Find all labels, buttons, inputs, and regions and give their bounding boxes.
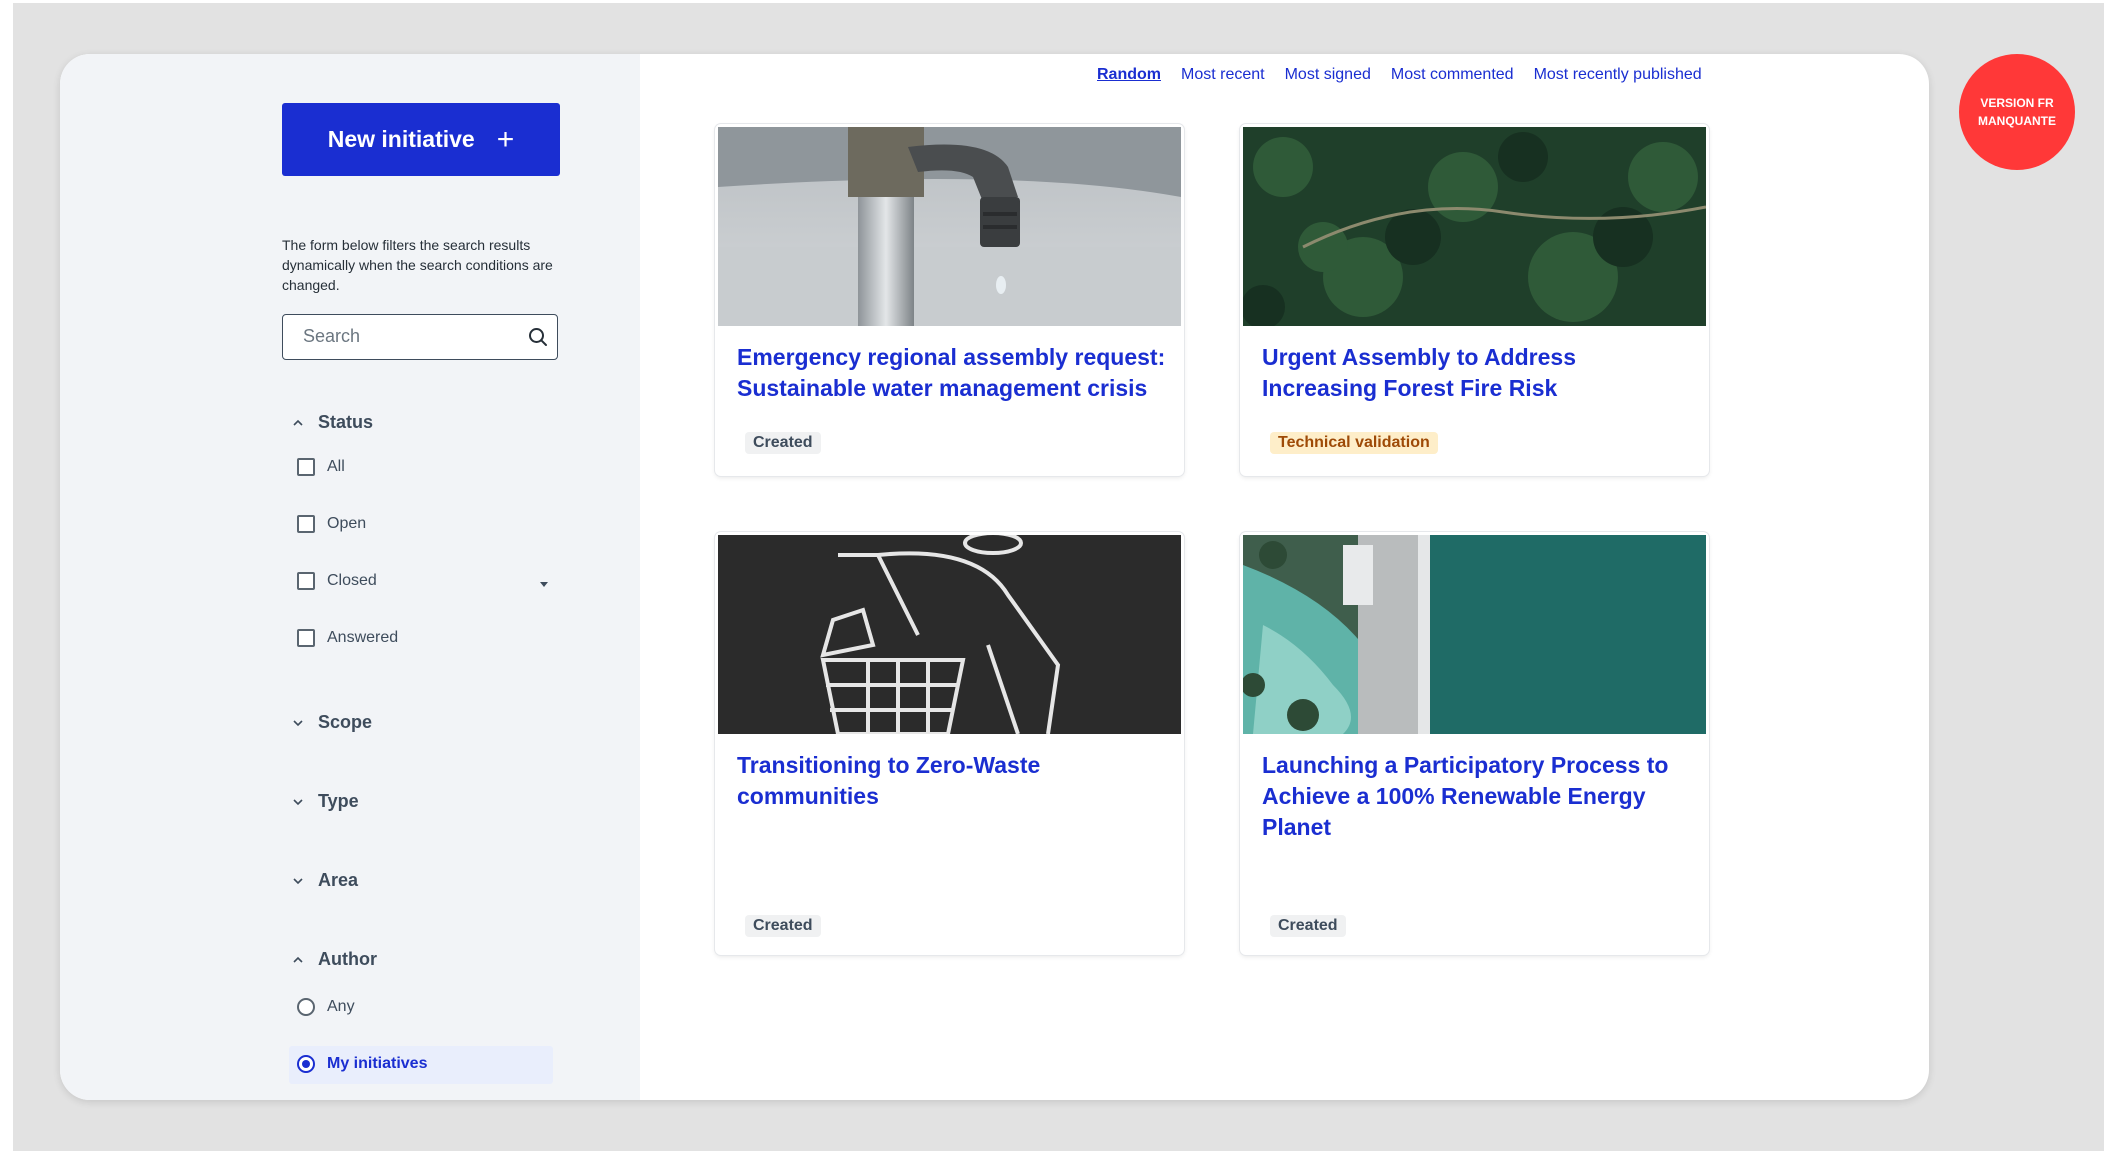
sort-most-recently-published-link[interactable]: Most recently published xyxy=(1534,66,1702,84)
app-window: New initiative + The form below filters … xyxy=(60,54,1929,1100)
author-option-any[interactable]: Any xyxy=(297,998,355,1016)
filter-status-toggle[interactable]: Status xyxy=(292,412,373,433)
sort-most-commented-link[interactable]: Most commented xyxy=(1391,66,1514,84)
initiative-card[interactable]: Urgent Assembly to Address Increasing Fo… xyxy=(1240,124,1709,476)
chevron-up-icon xyxy=(293,956,303,963)
sort-most-recent-link[interactable]: Most recent xyxy=(1181,66,1265,84)
filter-author-toggle[interactable]: Author xyxy=(292,949,377,970)
filter-scope-label: Scope xyxy=(318,712,373,732)
filter-scope-toggle[interactable]: Scope xyxy=(292,712,372,733)
card-title[interactable]: Emergency regional assembly request: Sus… xyxy=(737,342,1167,404)
chevron-up-icon xyxy=(293,419,303,426)
filter-type-label: Type xyxy=(318,791,359,811)
card-title[interactable]: Launching a Participatory Process to Ach… xyxy=(1262,750,1692,843)
sort-random-link[interactable]: Random xyxy=(1097,66,1161,84)
author-option-my-initiatives-row[interactable]: My initiatives xyxy=(289,1046,553,1084)
option-label: Any xyxy=(327,998,355,1015)
card-image-water-tap xyxy=(718,127,1181,326)
radio-button[interactable] xyxy=(297,998,315,1016)
search-icon[interactable] xyxy=(527,326,549,348)
card-title[interactable]: Urgent Assembly to Address Increasing Fo… xyxy=(1262,342,1692,404)
missing-translation-badge: VERSION FR MANQUANTE xyxy=(1959,54,2075,170)
status-option-answered[interactable]: Answered xyxy=(297,629,398,647)
status-option-all[interactable]: All xyxy=(297,458,345,476)
card-image-waste-bin xyxy=(718,535,1181,734)
plus-icon: + xyxy=(496,122,515,156)
radio-button-selected[interactable] xyxy=(297,1055,315,1073)
status-option-closed[interactable]: Closed xyxy=(297,572,377,590)
filter-status-label: Status xyxy=(318,412,374,432)
chevron-down-icon xyxy=(293,719,303,726)
checkbox[interactable] xyxy=(297,458,315,476)
search-box xyxy=(282,314,558,360)
status-badge: Created xyxy=(745,915,821,937)
card-image-forest xyxy=(1243,127,1706,326)
option-label: Closed xyxy=(327,572,377,589)
initiative-card[interactable]: Transitioning to Zero-Waste communities … xyxy=(715,532,1184,955)
sort-bar: Random Most recent Most signed Most comm… xyxy=(1097,66,1702,84)
sort-most-signed-link[interactable]: Most signed xyxy=(1285,66,1371,84)
filter-sidebar: New initiative + The form below filters … xyxy=(60,54,640,1100)
option-label: All xyxy=(327,458,345,475)
status-badge: Created xyxy=(745,432,821,454)
initiative-card[interactable]: Launching a Participatory Process to Ach… xyxy=(1240,532,1709,955)
filter-hint: The form below filters the search result… xyxy=(282,237,553,293)
checkbox[interactable] xyxy=(297,629,315,647)
option-label: Open xyxy=(327,515,367,532)
new-initiative-button[interactable]: New initiative + xyxy=(282,103,560,176)
status-badge: Technical validation xyxy=(1270,432,1438,454)
caret-down-icon[interactable] xyxy=(539,579,549,589)
filter-author-label: Author xyxy=(318,949,377,969)
checkbox[interactable] xyxy=(297,515,315,533)
new-initiative-label: New initiative xyxy=(327,126,475,152)
option-label: My initiatives xyxy=(327,1055,428,1072)
filter-area-label: Area xyxy=(318,870,359,890)
chevron-down-icon xyxy=(293,877,303,884)
filter-type-toggle[interactable]: Type xyxy=(292,791,359,812)
initiative-card[interactable]: Emergency regional assembly request: Sus… xyxy=(715,124,1184,476)
checkbox[interactable] xyxy=(297,572,315,590)
filter-area-toggle[interactable]: Area xyxy=(292,870,358,891)
chevron-down-icon xyxy=(293,798,303,805)
search-input[interactable] xyxy=(283,315,513,358)
card-image-dam xyxy=(1243,535,1706,734)
status-badge: Created xyxy=(1270,915,1346,937)
author-option-my-initiatives[interactable]: My initiatives xyxy=(297,1055,427,1073)
card-title[interactable]: Transitioning to Zero-Waste communities xyxy=(737,750,1167,812)
option-label: Answered xyxy=(327,629,399,646)
status-option-open[interactable]: Open xyxy=(297,515,366,533)
